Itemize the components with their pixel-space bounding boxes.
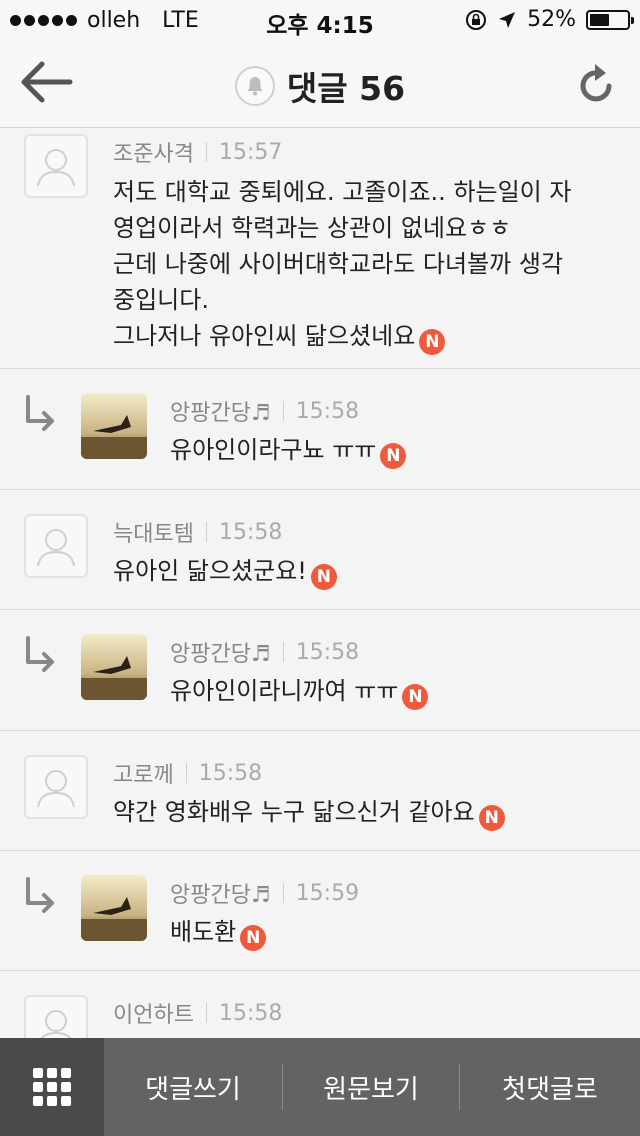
comment-item: 고로께 15:58 약간 영화배우 누구 닮으신거 같아요 N [0,731,640,851]
menu-grid-button[interactable] [0,1038,104,1136]
comment-line: 중입니다. [113,286,209,314]
status-bar: olleh LTE 오후 4:15 52% [0,0,640,40]
reply-item: 앙팡간당♬ 15:58 유아인이라구뇨 ㅠㅠ N [0,369,640,490]
comment-time: 15:58 [218,1000,283,1026]
new-badge: N [402,684,429,710]
comment-author[interactable]: 고로께 [113,757,174,789]
comment-item: 이언하트 15:58 [0,971,640,1038]
new-badge: N [419,329,446,355]
battery-percent: 52% [527,7,576,32]
comment-item: 늑대토템 15:58 유아인 닮으셨군요! N [0,490,640,610]
comment-author[interactable]: 이언하트 [113,997,194,1029]
reply-item: 앙팡간당♬ 15:59 배도환 N [0,851,640,971]
rotation-lock-icon [466,9,487,30]
comment-time: 15:58 [295,398,360,424]
user-photo-avatar [81,393,147,459]
comment-line: 약간 영화배우 누구 닮으신거 같아요 [113,798,475,826]
page-title: 댓글 56 [286,69,406,108]
write-comment-button[interactable]: 댓글쓰기 [104,1038,282,1136]
new-badge: N [240,925,267,951]
bottom-toolbar: 댓글쓰기 원문보기 첫댓글로 [0,1038,640,1136]
comment-author[interactable]: 앙팡간당♬ [170,636,271,668]
bell-icon[interactable] [234,66,275,106]
reply-item: 앙팡간당♬ 15:58 유아인이라니까여 ㅠㅠ N [0,610,640,731]
comment-line: 근데 나중에 사이버대학교라도 다녀볼까 생각 [113,250,564,278]
comment-time: 15:57 [218,139,283,165]
comment-line: 영업이라서 학력과는 상관이 없네요ㅎㅎ [113,214,512,242]
page-title-group: 댓글 56 [0,62,640,110]
comment-text: 저도 대학교 중퇴에요. 고졸이죠.. 하는일이 자 영업이라서 학력과는 상관… [113,174,571,355]
user-photo-avatar [81,875,147,941]
default-avatar-icon [24,514,88,578]
new-badge: N [380,443,407,469]
go-first-comment-button[interactable]: 첫댓글로 [460,1038,640,1136]
reply-arrow-icon [26,395,54,431]
refresh-icon[interactable] [578,58,618,108]
comment-text: 유아인이라구뇨 ㅠㅠ N [170,432,407,469]
reply-arrow-icon [26,877,54,913]
location-arrow-icon [499,11,516,28]
comment-author[interactable]: 조준사격 [113,136,194,168]
grid-menu-icon [33,1068,71,1106]
new-badge: N [310,564,337,590]
comment-author[interactable]: 앙팡간당♬ [170,877,271,909]
default-avatar-icon [24,995,88,1038]
user-photo-avatar [81,634,147,700]
reply-arrow-icon [26,636,54,672]
comment-line: 배도환 [170,918,237,946]
comment-list[interactable]: 조준사격 15:57 저도 대학교 중퇴에요. 고졸이죠.. 하는일이 자 영업이… [0,128,640,1038]
comment-item: 조준사격 15:57 저도 대학교 중퇴에요. 고졸이죠.. 하는일이 자 영업이… [0,128,640,369]
comment-line: 유아인이라니까여 ㅠㅠ [170,677,399,705]
navigation-bar: 댓글 56 [0,40,640,128]
comment-text: 유아인이라니까여 ㅠㅠ N [170,673,429,710]
default-avatar-icon [24,755,88,819]
battery-icon [586,9,634,30]
comment-line: 유아인이라구뇨 ㅠㅠ [170,436,377,464]
comment-text: 유아인 닮으셨군요! N [113,553,337,590]
comment-line: 유아인 닮으셨군요! [113,557,307,585]
new-badge: N [478,805,505,831]
comment-time: 15:58 [198,760,263,786]
comment-author[interactable]: 늑대토템 [113,516,194,548]
comment-text: 약간 영화배우 누구 닮으신거 같아요 N [113,794,505,831]
default-avatar-icon [24,134,88,198]
comment-time: 15:58 [218,519,283,545]
view-original-button[interactable]: 원문보기 [283,1038,459,1136]
comment-author[interactable]: 앙팡간당♬ [170,395,271,427]
comment-time: 15:58 [295,639,360,665]
comment-line: 저도 대학교 중퇴에요. 고졸이죠.. 하는일이 자 [113,178,572,206]
comment-text: 배도환 N [170,914,267,951]
comment-time: 15:59 [295,880,360,906]
comment-line: 그나저나 유아인씨 닮으셨네요 [113,322,416,350]
